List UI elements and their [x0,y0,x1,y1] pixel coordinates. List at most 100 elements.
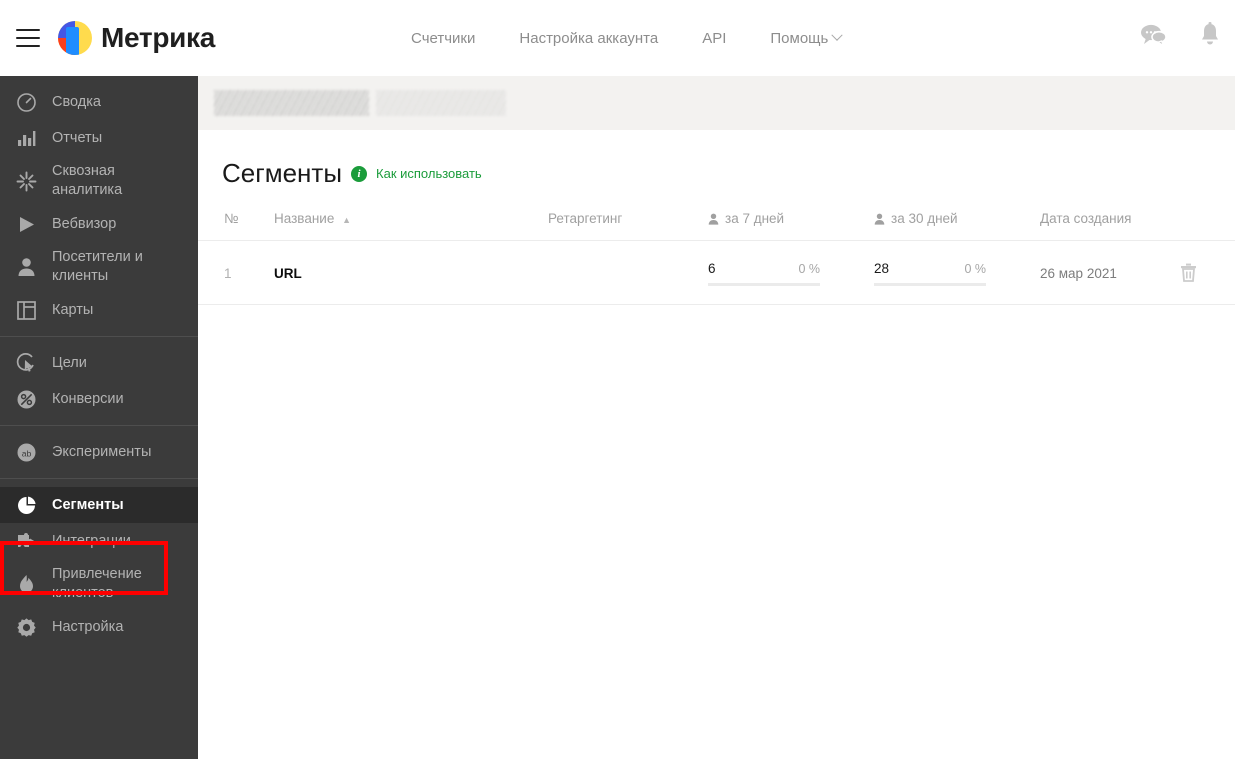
sidebar-group-goals: Цели Конверсии [0,337,198,425]
sort-ascending-icon: ▲ [342,215,352,225]
table-body: 1 URL 6 0 % 28 0 % 26 мар 2021 [198,241,1235,305]
top-bar-icons [1139,22,1221,52]
top-bar: Метрика Счетчики Настройка аккаунта API … [0,0,1235,76]
metrika-logo-icon [58,21,92,55]
column-header-7-days: за 7 дней [708,211,874,241]
column-header-number: № [224,211,239,226]
sidebar-item-cross-analytics[interactable]: Сквозная аналитика [0,156,198,206]
sidebar-item-visitors[interactable]: Посетители и клиенты [0,242,198,292]
top-nav-item-account[interactable]: Настройка аккаунта [519,30,658,47]
table-row[interactable]: 1 URL 6 0 % 28 0 % 26 мар 2021 [198,241,1235,305]
sidebar-item-label: Эксперименты [52,443,152,460]
play-icon [14,212,38,236]
sidebar-item-customer-acquisition[interactable]: Привлечение клиентов [0,559,198,609]
column-header-7-days-label: за 7 дней [725,211,785,226]
top-nav-item-counters[interactable]: Счетчики [411,30,475,47]
cell-retargeting [548,241,708,305]
redacted-text-block [376,90,506,116]
user-icon [708,213,719,225]
sidebar-item-summary[interactable]: Сводка [0,84,198,120]
hamburger-line [16,45,40,47]
sidebar-item-label: Отчеты [52,129,103,146]
sidebar-item-label: Привлечение клиентов [52,566,142,601]
segment-name-link[interactable]: URL [274,266,302,281]
column-header-name[interactable]: Название ▲ [248,211,548,241]
map-icon [14,298,38,322]
hamburger-line [16,29,40,31]
column-header-30-days-label: за 30 дней [891,211,958,226]
sidebar-item-segments[interactable]: Сегменты [0,487,198,523]
sidebar-item-label: Посетители и клиенты [52,249,143,284]
chevron-down-icon [831,29,843,41]
logo-center-bar [66,27,79,55]
snowflake-icon [14,169,38,193]
sidebar-item-experiments[interactable]: ab Эксперименты [0,434,198,470]
cell-name: URL [248,241,548,305]
top-nav-item-api[interactable]: API [702,30,726,47]
target-cursor-icon [14,351,38,375]
top-nav-item-help-label: Помощь [770,29,829,47]
brand-logo[interactable]: Метрика [58,21,215,55]
sidebar: Сводка Отчеты Сквозная аналитика Вебвизо… [0,76,198,759]
user-icon [14,255,38,279]
segments-table: № Название ▲ Ретаргетинг за 7 дней за 30… [198,211,1235,305]
sidebar-item-conversions[interactable]: Конверсии [0,381,198,417]
cell-actions [1180,241,1235,305]
hamburger-menu-icon[interactable] [16,29,40,47]
sidebar-item-label: Сводка [52,93,101,110]
redacted-banner [198,76,1235,130]
sidebar-item-goals[interactable]: Цели [0,345,198,381]
sidebar-item-settings[interactable]: Настройка [0,609,198,645]
how-to-use-link[interactable]: Как использовать [376,166,482,181]
sidebar-item-integrations[interactable]: Интеграции [0,523,198,559]
column-header-30-days: за 30 дней [874,211,1040,241]
cell-7-days: 6 0 % [708,241,874,305]
percent-circle-icon [14,387,38,411]
column-header-created-date: Дата создания [1040,211,1132,226]
bar-chart-icon [14,126,38,150]
info-icon[interactable]: i [351,165,368,182]
top-navigation: Счетчики Настройка аккаунта API Помощь [411,29,843,47]
cell-30-days: 28 0 % [874,241,1040,305]
svg-text:ab: ab [21,448,31,458]
sidebar-item-label: Интеграции [52,532,131,549]
metric-percent-30-days: 0 % [964,262,986,276]
cell-number: 1 [224,266,232,281]
table-header: № Название ▲ Ретаргетинг за 7 дней за 30… [198,211,1235,241]
metric-bar-30-days [874,283,986,286]
page-title: Сегменты [222,158,343,188]
sidebar-group-tools: Сегменты Интеграции Привлечение клиентов [0,479,198,653]
gear-icon [14,615,38,639]
table-header-row: № Название ▲ Ретаргетинг за 7 дней за 30… [198,211,1235,241]
sidebar-item-maps[interactable]: Карты [0,292,198,328]
puzzle-icon [14,529,38,553]
hamburger-line [16,37,40,39]
user-icon [874,213,885,225]
sidebar-item-label: Сегменты [52,496,124,513]
sidebar-item-label: Карты [52,301,94,318]
bell-icon[interactable] [1199,22,1221,52]
dashboard-icon [14,90,38,114]
metric-value-30-days: 28 [874,261,890,276]
chat-icon[interactable] [1139,23,1167,52]
column-header-actions [1180,211,1235,241]
sidebar-group-analytics: Сводка Отчеты Сквозная аналитика Вебвизо… [0,76,198,336]
brand-title: Метрика [101,22,216,53]
sidebar-item-label: Цели [52,354,87,371]
page-header: Сегменты i Как использовать [198,130,1235,189]
cell-created-date: 26 мар 2021 [1040,266,1117,281]
sidebar-item-label: Настройка [52,618,124,635]
sidebar-item-label: Сквозная аналитика [52,163,123,198]
column-header-retargeting: Ретаргетинг [548,211,623,226]
sidebar-item-reports[interactable]: Отчеты [0,120,198,156]
metric-value-7-days: 6 [708,261,716,276]
main-content: Сегменты i Как использовать № Название ▲… [198,76,1235,759]
flame-icon [14,572,38,596]
metric-percent-7-days: 0 % [798,262,820,276]
sidebar-item-webvisor[interactable]: Вебвизор [0,206,198,242]
sidebar-item-label: Конверсии [52,390,124,407]
metric-bar-7-days [708,283,820,286]
pie-chart-icon [14,493,38,517]
top-nav-item-help[interactable]: Помощь [770,29,843,47]
trash-icon[interactable] [1180,263,1197,285]
